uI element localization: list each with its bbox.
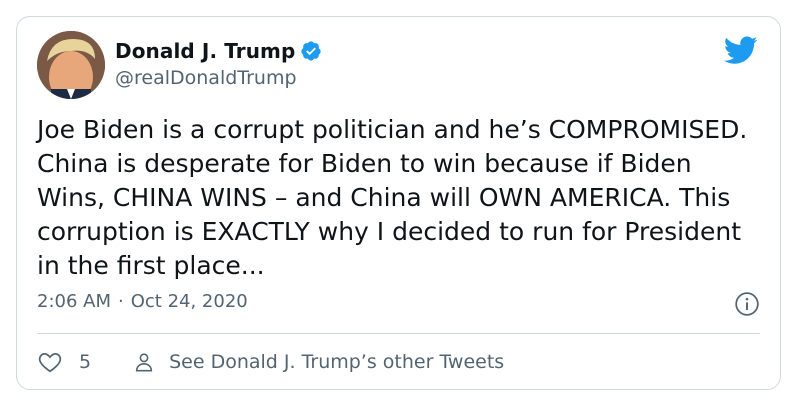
divider (37, 333, 760, 334)
tweet-time[interactable]: 2:06 AM (37, 291, 111, 312)
see-other-tweets-link[interactable]: See Donald J. Trump’s other Tweets (133, 351, 504, 373)
info-icon[interactable] (734, 291, 760, 317)
avatar-image (37, 31, 105, 99)
like-count: 5 (79, 351, 92, 373)
tweet-actions: 5 See Donald J. Trump’s other Tweets (37, 349, 504, 375)
tweet-timestamp[interactable]: 2:06 AM · Oct 24, 2020 (37, 291, 248, 312)
tweet-card: Donald J. Trump @realDonaldTrump Joe Bid… (16, 16, 781, 390)
meta-separator: · (118, 291, 124, 312)
like-button[interactable]: 5 (37, 349, 91, 375)
twitter-bird-icon[interactable] (724, 33, 758, 67)
person-icon (135, 353, 153, 372)
avatar[interactable] (37, 31, 105, 99)
heart-icon (38, 353, 62, 373)
tweet-date[interactable]: Oct 24, 2020 (131, 291, 248, 312)
tweet-text: Joe Biden is a corrupt politician and he… (37, 115, 748, 280)
verified-badge-icon (301, 41, 322, 61)
author-name-row[interactable]: Donald J. Trump (115, 39, 322, 63)
see-other-tweets-label[interactable]: See Donald J. Trump’s other Tweets (169, 351, 504, 373)
author-handle[interactable]: @realDonaldTrump (115, 67, 297, 89)
author-name[interactable]: Donald J. Trump (115, 39, 295, 63)
